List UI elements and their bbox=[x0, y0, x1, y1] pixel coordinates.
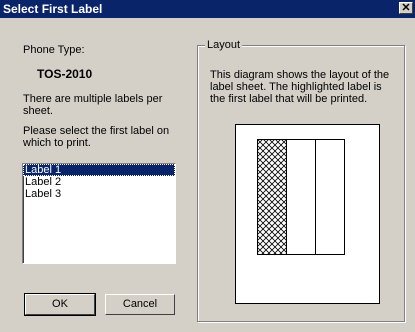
label-listbox[interactable]: Label 1 Label 2 Label 3 bbox=[22, 163, 176, 264]
layout-legend: Layout bbox=[205, 39, 243, 51]
phone-type-value: TOS-2010 bbox=[37, 67, 93, 81]
close-icon: ✕ bbox=[401, 2, 411, 14]
list-item-label-2[interactable]: Label 2 bbox=[23, 176, 175, 188]
label-sheet-diagram bbox=[235, 124, 380, 304]
list-item-label-3[interactable]: Label 3 bbox=[23, 188, 175, 200]
select-first-label-dialog: Select First Label ✕ Phone Type: TOS-201… bbox=[0, 0, 415, 332]
title-bar: Select First Label ✕ bbox=[0, 0, 415, 18]
multiple-labels-text: There are multiple labels per sheet. bbox=[23, 93, 163, 117]
select-instruction-text: Please select the first label on which t… bbox=[23, 125, 170, 149]
label-1-highlight bbox=[257, 139, 287, 255]
label-2-cell bbox=[286, 139, 316, 255]
layout-description: This diagram shows the layout of the lab… bbox=[210, 69, 390, 105]
list-item-label-1[interactable]: Label 1 bbox=[23, 164, 175, 176]
window-title: Select First Label bbox=[3, 2, 103, 16]
cancel-button[interactable]: Cancel bbox=[105, 294, 175, 315]
label-3-cell bbox=[315, 139, 345, 255]
ok-button[interactable]: OK bbox=[24, 293, 96, 316]
phone-type-caption: Phone Type: bbox=[23, 44, 85, 56]
close-button[interactable]: ✕ bbox=[399, 2, 413, 14]
